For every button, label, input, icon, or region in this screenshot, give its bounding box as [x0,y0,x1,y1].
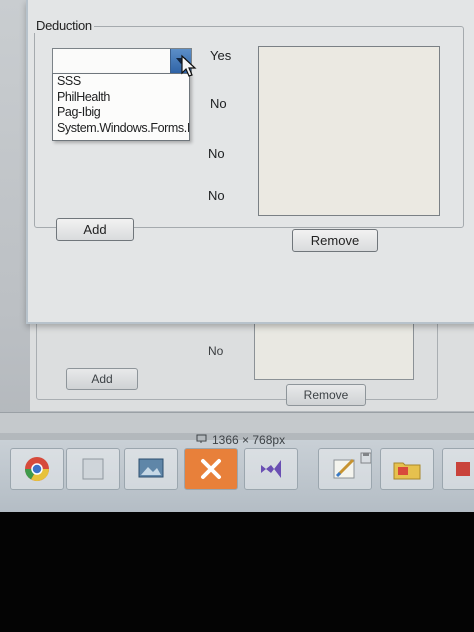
xampp-icon [201,459,221,479]
deduction-combobox[interactable] [52,48,192,74]
row-label-no-1: No [210,96,227,111]
image-viewer-icon [138,458,164,478]
add-button[interactable]: Add [56,218,134,241]
mouse-pointer-icon [181,54,197,77]
deduction-window: Deduction SSS PhilHealth Pag-Ibig System… [26,0,474,324]
screen-size-icon [196,434,207,443]
visual-studio-icon [261,460,281,478]
chrome-icon [24,457,49,482]
taskbar-image-viewer-button[interactable] [124,448,178,490]
background-add-button[interactable]: Add [66,368,138,390]
row-label-no-2: No [208,146,225,161]
resolution-readout: 1366 × 768px [212,433,286,447]
taskbar-blank-app-button[interactable] [66,448,120,490]
taskbar-visual-studio-button[interactable] [244,448,298,490]
combobox-dropdown-list: SSS PhilHealth Pag-Ibig System.Windows.F… [52,73,190,141]
taskbar-folder-button[interactable] [380,448,434,490]
taskbar-chrome-button[interactable] [10,448,64,490]
status-bar [0,412,474,433]
groupbox-title: Deduction [34,18,94,33]
dropdown-option-philhealth[interactable]: PhilHealth [53,90,189,106]
taskbar-xampp-button[interactable] [184,448,238,490]
row-label-yes: Yes [210,48,232,63]
background-label-no: No [208,344,224,358]
dropdown-option-sss[interactable]: SSS [53,74,189,90]
dropdown-option-pagibig[interactable]: Pag-Ibig [53,105,189,121]
remove-button[interactable]: Remove [292,229,378,252]
dropdown-option-system-forms[interactable]: System.Windows.Forms.I [53,121,189,137]
taskbar-paint-button[interactable] [318,448,372,490]
deduction-listbox[interactable] [258,46,440,216]
app-icon [456,462,470,476]
paint-icon [333,458,355,479]
blank-app-icon [82,458,104,480]
background-remove-button[interactable]: Remove [286,384,366,406]
row-label-no-3: No [208,188,225,203]
taskbar-app-button[interactable] [442,448,474,490]
folder-icon [393,462,421,480]
monitor-bezel [0,512,474,632]
